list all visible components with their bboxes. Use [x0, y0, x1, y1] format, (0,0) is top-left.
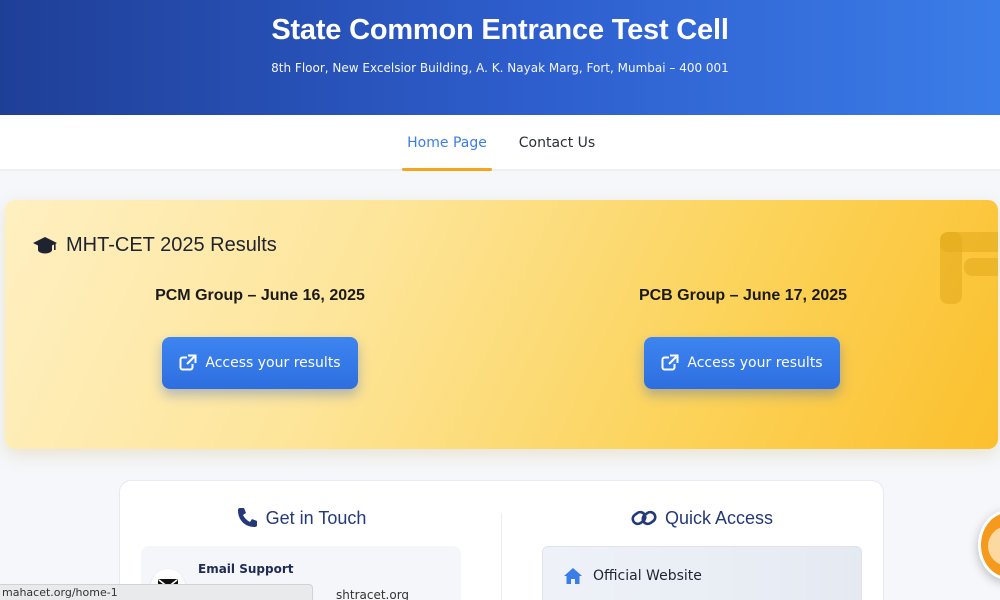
results-heading-text: MHT-CET 2025 Results: [66, 233, 277, 256]
link-icon: [631, 510, 657, 526]
site-address: 8th Floor, New Excelsior Building, A. K.…: [271, 61, 729, 75]
floating-widget-button[interactable]: [978, 510, 1000, 580]
pcb-access-results-button[interactable]: Access your results: [644, 337, 840, 389]
pcm-access-results-label: Access your results: [205, 355, 341, 371]
email-support-label: Email Support: [198, 562, 294, 576]
quick-access-title: Quick Access: [542, 503, 862, 533]
external-link-icon: [179, 354, 198, 371]
home-icon: [564, 568, 582, 584]
pcm-access-results-button[interactable]: Access your results: [162, 337, 358, 389]
pcb-group-title: PCB Group – June 17, 2025: [638, 287, 848, 304]
results-banner: MHT-CET 2025 Results PCM Group – June 16…: [5, 200, 998, 449]
get-in-touch-title: Get in Touch: [141, 503, 461, 533]
email-support-value[interactable]: shtracet.org: [336, 588, 409, 600]
pcm-group-title: PCM Group – June 16, 2025: [155, 287, 365, 304]
official-website-label: Official Website: [593, 568, 702, 584]
widget-avatar-icon: [988, 526, 1000, 566]
browser-status-bar: mahacet.org/home-1: [0, 584, 313, 600]
quick-access-official-website[interactable]: Official Website: [542, 546, 862, 600]
results-heading: MHT-CET 2025 Results: [32, 230, 277, 260]
external-link-icon: [661, 354, 680, 371]
nav-item-home-page[interactable]: Home Page: [402, 115, 492, 171]
watermark-icon: [940, 232, 998, 304]
graduation-cap-icon: [33, 237, 57, 254]
section-divider: [501, 513, 502, 600]
site-header: State Common Entrance Test Cell 8th Floo…: [0, 0, 1000, 115]
contact-card: Get in Touch Quick Access Email Support …: [119, 480, 884, 600]
phone-icon: [237, 508, 257, 527]
quick-access-label: Quick Access: [664, 507, 774, 528]
get-in-touch-label: Get in Touch: [265, 507, 367, 528]
nav-item-contact-us[interactable]: Contact Us: [513, 115, 601, 171]
site-title: State Common Entrance Test Cell: [271, 14, 729, 46]
pcb-access-results-label: Access your results: [687, 355, 823, 371]
main-nav: Home Page Contact Us: [0, 115, 1000, 171]
